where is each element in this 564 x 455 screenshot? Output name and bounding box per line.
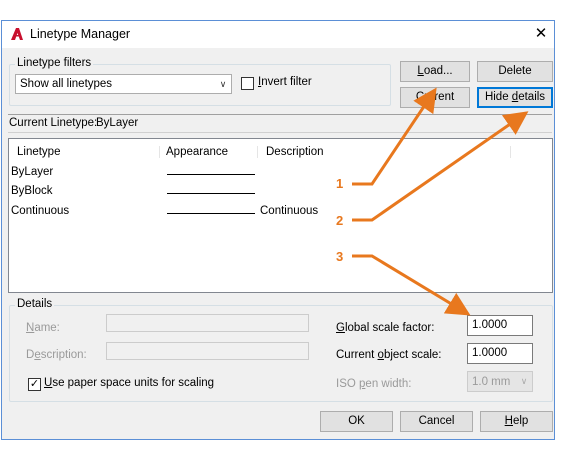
annotation-arrows <box>352 87 529 316</box>
callout-arrow-1 <box>352 87 437 186</box>
callout-number-3: 3 <box>336 249 344 264</box>
callout-number-1: 1 <box>336 176 344 191</box>
callout-number-2: 2 <box>336 213 344 228</box>
callout-arrow-3 <box>352 254 471 316</box>
callout-arrow-2 <box>352 111 529 222</box>
